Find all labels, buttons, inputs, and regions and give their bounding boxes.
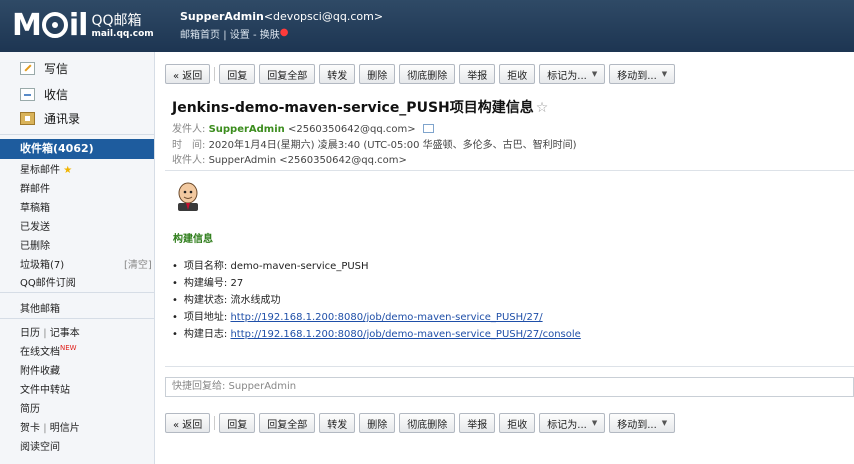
contact-card-icon[interactable] [422,124,434,133]
move-to-dropdown[interactable]: 移动到... ▼ [609,413,676,433]
logo-wordmark: Mil [12,8,88,43]
sidebar-item-other-mailboxes[interactable]: 其他邮箱 [20,300,60,315]
jenkins-avatar-icon [178,182,198,211]
delete-permanently-button[interactable]: 彻底删除 [399,64,456,84]
delete-button[interactable]: 删除 [359,413,396,433]
link-mail-home[interactable]: 邮箱首页 [180,30,220,41]
chevron-down-icon: ▼ [661,419,668,427]
message-subject: Jenkins-demo-maven-service_PUSH项目构建信息 ☆ [172,100,549,116]
meta-time: 时 间: 2020年1月4日(星期六) 凌晨3:40 (UTC-05:00 华盛… [172,140,577,151]
sent-time: 2020年1月4日(星期六) 凌晨3:40 (UTC-05:00 华盛顿、多伦多… [208,140,577,151]
sidebar-item-reading[interactable]: 阅读空间 [20,438,60,453]
sidebar-item-resume[interactable]: 简历 [20,400,40,415]
reject-button[interactable]: 拒收 [499,413,536,433]
forward-button[interactable]: 转发 [319,413,356,433]
delete-permanently-button[interactable]: 彻底删除 [399,413,456,433]
toolbar-top: « 返回 回复 回复全部 转发 删除 彻底删除 举报 拒收 标记为... ▼ 移动… [165,64,679,84]
notification-dot: ● [279,27,289,38]
sidebar-item-starred[interactable]: 星标邮件 ★ [20,161,72,176]
user-name[interactable]: SupperAdmin [180,10,264,23]
sender-name[interactable]: SupperAdmin [209,124,285,135]
move-to-dropdown[interactable]: 移动到... ▼ [609,64,676,84]
spam-clear-link[interactable]: [清空] [124,256,152,271]
sidebar-item-file-transfer[interactable]: 文件中转站 [20,381,70,396]
qqmail-logo[interactable]: Mil QQ邮箱 mail.qq.com [12,9,154,43]
list-item: 项目名称: demo-maven-service_PUSH [172,257,581,274]
report-button[interactable]: 举报 [459,413,496,433]
list-item: 构建日志: http://192.168.1.200:8080/job/demo… [172,325,581,342]
sidebar-item-notes[interactable]: 记事本 [50,328,80,339]
sidebar-item-spam[interactable]: 垃圾箱(7) [20,256,64,271]
sidebar-item-subscriptions[interactable]: QQ邮件订阅 [20,274,76,289]
sidebar-item-cards[interactable]: 贺卡 [20,423,40,434]
reply-button[interactable]: 回复 [219,64,256,84]
link-settings[interactable]: 设置 [230,30,250,41]
mark-as-dropdown[interactable]: 标记为... ▼ [539,64,606,84]
inbox-tray-icon [20,88,35,101]
contacts-button[interactable]: 通讯录 [20,110,80,127]
quick-reply-input[interactable]: 快捷回复给: SupperAdmin [165,377,854,397]
project-url-link[interactable]: http://192.168.1.200:8080/job/demo-maven… [230,312,542,323]
back-button[interactable]: « 返回 [165,64,211,84]
meta-to: 收件人: SupperAdmin <2560350642@qq.com> [172,155,407,166]
forward-button[interactable]: 转发 [319,64,356,84]
toolbar-bottom: « 返回 回复 回复全部 转发 删除 彻底删除 举报 拒收 标记为... ▼ 移动… [165,413,679,433]
user-email: <devopsci@qq.com> [263,10,384,23]
chevron-down-icon: ▼ [661,70,668,78]
sidebar-item-deleted[interactable]: 已删除 [20,237,50,252]
chevron-down-icon: ▼ [591,419,598,427]
sidebar-item-group[interactable]: 群邮件 [20,180,50,195]
user-info: SupperAdmin<devopsci@qq.com> 邮箱首页 | 设置 -… [180,10,384,41]
logo-cn: QQ邮箱 [91,12,142,29]
reply-all-button[interactable]: 回复全部 [259,64,316,84]
address-book-icon [20,112,35,125]
chevron-down-icon: ▼ [591,70,598,78]
top-header: Mil QQ邮箱 mail.qq.com SupperAdmin<devopsc… [0,0,854,52]
star-outline-icon[interactable]: ☆ [536,100,549,116]
link-change-skin[interactable]: 换肤 [260,30,280,41]
sidebar: 写信 收信 通讯录 收件箱(4062) 星标邮件 ★ 群邮件 草稿箱 已发送 已… [0,52,155,464]
sidebar-item-drafts[interactable]: 草稿箱 [20,199,50,214]
reply-button[interactable]: 回复 [219,413,256,433]
compose-button[interactable]: 写信 [20,60,68,77]
compose-icon [20,62,35,75]
logo-ring-icon [41,12,68,38]
sidebar-item-attachments[interactable]: 附件收藏 [20,362,60,377]
sidebar-item-sent[interactable]: 已发送 [20,218,50,233]
meta-from: 发件人: SupperAdmin <2560350642@qq.com> [172,120,434,135]
list-item: 项目地址: http://192.168.1.200:8080/job/demo… [172,308,581,325]
report-button[interactable]: 举报 [459,64,496,84]
sidebar-item-online-docs[interactable]: 在线文档NEW [20,343,77,358]
build-info-list: 项目名称: demo-maven-service_PUSH 构建编号: 27 构… [172,257,581,342]
receive-button[interactable]: 收信 [20,86,68,103]
recipient: SupperAdmin <2560350642@qq.com> [208,155,407,166]
new-badge: NEW [60,344,77,352]
sender-email: <2560350642@qq.com> [287,124,416,135]
back-button[interactable]: « 返回 [165,413,211,433]
sidebar-item-calendar[interactable]: 日历 [20,328,40,339]
list-item: 构建编号: 27 [172,274,581,291]
sidebar-item-postcards[interactable]: 明信片 [50,423,80,434]
star-icon: ★ [63,165,73,176]
delete-button[interactable]: 删除 [359,64,396,84]
mark-as-dropdown[interactable]: 标记为... ▼ [539,413,606,433]
logo-domain: mail.qq.com [91,28,154,39]
reply-all-button[interactable]: 回复全部 [259,413,316,433]
sidebar-item-inbox[interactable]: 收件箱(4062) [0,139,154,159]
list-item: 构建状态: 流水线成功 [172,291,581,308]
build-info-title: 构建信息 [173,234,213,245]
reject-button[interactable]: 拒收 [499,64,536,84]
build-log-link[interactable]: http://192.168.1.200:8080/job/demo-maven… [230,329,580,340]
